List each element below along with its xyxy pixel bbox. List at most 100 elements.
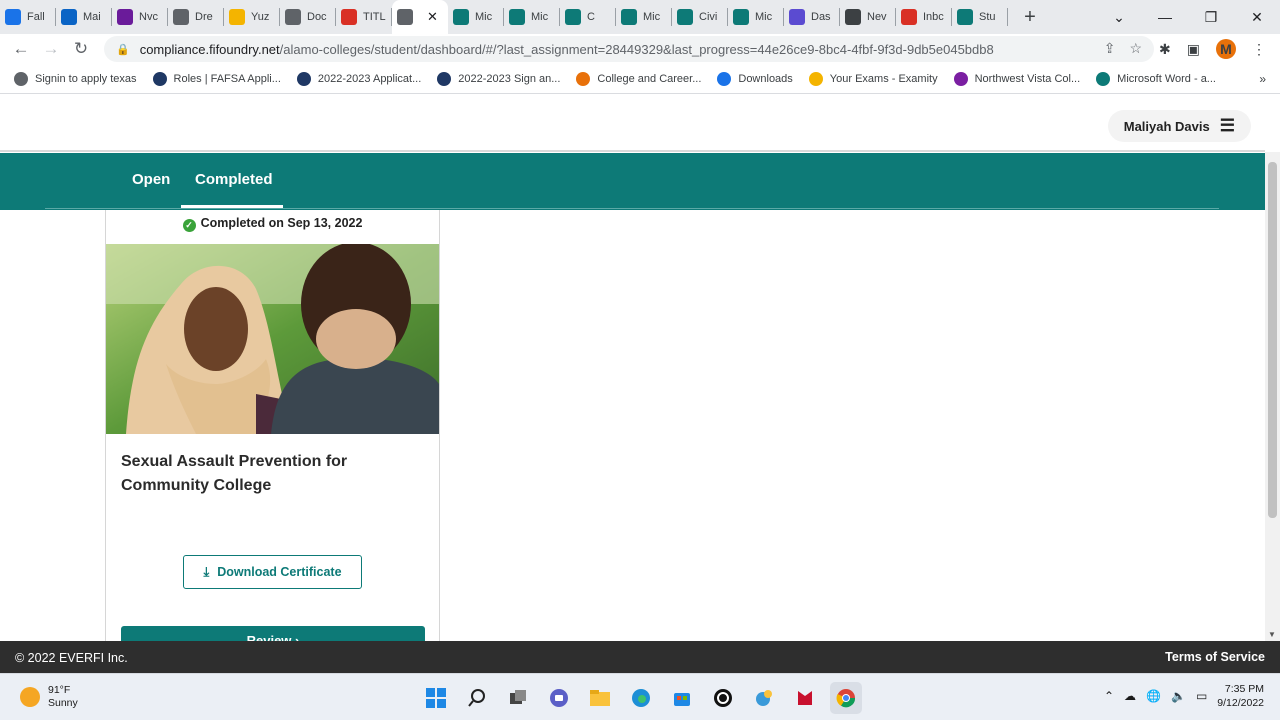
restore-icon[interactable]: ❐: [1188, 9, 1234, 26]
bookmark-favicon-icon: [14, 71, 28, 86]
bookmark-label: Downloads: [738, 72, 793, 85]
share-icon[interactable]: ⇪: [1104, 40, 1116, 57]
tab-title: Das: [811, 11, 831, 23]
tab-open[interactable]: Open: [132, 171, 170, 188]
bookmark-favicon-icon: [953, 71, 968, 86]
close-window-icon[interactable]: ✕: [1234, 9, 1280, 26]
review-button[interactable]: Review ›: [121, 626, 425, 641]
extensions-icon[interactable]: ✱: [1159, 41, 1171, 58]
microsoft-store-icon[interactable]: [666, 682, 698, 714]
edge-browser-icon[interactable]: [625, 682, 657, 714]
user-name: Maliyah Davis: [1123, 118, 1210, 134]
scroll-down-icon[interactable]: ▼: [1268, 630, 1276, 639]
windows-start-icon[interactable]: [420, 682, 452, 714]
browser-tab[interactable]: Nev: [840, 0, 896, 34]
window-controls: ⌄ — ❐ ✕: [1096, 0, 1280, 34]
clock-time: 7:35 PM: [1224, 683, 1264, 695]
bookmark-star-icon[interactable]: ☆: [1129, 40, 1142, 57]
battery-icon[interactable]: ▭: [1196, 689, 1207, 703]
browser-tab[interactable]: ✕: [392, 0, 448, 34]
tab-search-icon[interactable]: ⌄: [1096, 9, 1142, 26]
task-view-icon[interactable]: [502, 682, 534, 714]
side-panel-icon[interactable]: ▣: [1187, 41, 1200, 58]
browser-tab[interactable]: Mic: [448, 0, 504, 34]
tab-title: Mic: [755, 11, 773, 23]
temperature: 91°F: [48, 684, 71, 696]
course-image: [106, 244, 439, 434]
search-icon[interactable]: [461, 682, 493, 714]
tab-title: Inbc: [923, 11, 944, 23]
weather-widget[interactable]: 91°F Sunny: [20, 684, 78, 710]
chrome-icon[interactable]: [830, 682, 862, 714]
scrollbar-thumb[interactable]: [1268, 162, 1277, 518]
bookmark-item[interactable]: Downloads: [717, 71, 793, 86]
tab-completed[interactable]: Completed: [195, 171, 273, 188]
tab-favicon-icon: [61, 9, 77, 25]
page-scrollbar[interactable]: ▼: [1265, 152, 1280, 641]
lock-icon[interactable]: 🔒: [116, 43, 130, 56]
browser-tab[interactable]: C: [560, 0, 616, 34]
browser-tab[interactable]: TITL: [336, 0, 392, 34]
bookmark-favicon-icon: [152, 71, 167, 86]
browser-tab[interactable]: Mic: [504, 0, 560, 34]
tab-favicon-icon: [733, 9, 749, 25]
browser-tab[interactable]: Doc: [280, 0, 336, 34]
mcafee-icon[interactable]: [789, 682, 821, 714]
speaker-icon[interactable]: 🔈: [1171, 689, 1186, 703]
browser-tab[interactable]: Mai: [56, 0, 112, 34]
back-button[interactable]: ←: [6, 39, 36, 59]
tab-title: Mic: [643, 11, 661, 23]
terms-of-service-link[interactable]: Terms of Service: [1165, 650, 1265, 664]
browser-tab[interactable]: Nvc: [112, 0, 168, 34]
reload-button[interactable]: ↻: [66, 39, 96, 59]
clock-date: 9/12/2022: [1217, 697, 1264, 709]
windows-taskbar: 91°F Sunny ⌃ ☁ 🌐 🔈 ▭ 7:35 PM 9/12/2022: [0, 673, 1280, 720]
completed-assignments: ✓ Completed on Sep 13, 2022 Sexual Assau…: [0, 210, 1265, 641]
file-explorer-icon[interactable]: [584, 682, 616, 714]
address-bar[interactable]: 🔒 compliance.fifoundry.net/alamo-college…: [104, 36, 1154, 62]
clock[interactable]: 7:35 PM 9/12/2022: [1217, 682, 1264, 710]
bookmark-favicon-icon: [808, 71, 823, 86]
download-certificate-button[interactable]: ⤓ Download Certificate: [183, 555, 362, 589]
profile-avatar[interactable]: M: [1216, 39, 1236, 59]
browser-tab[interactable]: Stu: [952, 0, 1008, 34]
browser-tab[interactable]: Yuz: [224, 0, 280, 34]
chatgpt-app-icon[interactable]: [707, 682, 739, 714]
browser-tab[interactable]: Civi: [672, 0, 728, 34]
minimize-icon[interactable]: —: [1142, 9, 1188, 25]
bookmark-item[interactable]: 2022-2023 Applicat...: [296, 71, 421, 86]
onedrive-cloud-icon[interactable]: ☁: [1124, 689, 1136, 703]
browser-tab[interactable]: Das: [784, 0, 840, 34]
bookmark-item[interactable]: 2022-2023 Sign an...: [437, 71, 560, 86]
bookmark-item[interactable]: Microsoft Word - a...: [1096, 71, 1216, 86]
bookmark-item[interactable]: Roles | FAFSA Appli...: [152, 71, 281, 86]
tab-title: Dre: [195, 11, 213, 23]
new-tab-button[interactable]: +: [1016, 6, 1044, 29]
tab-favicon-icon: [565, 9, 581, 25]
chevron-up-icon[interactable]: ⌃: [1104, 689, 1114, 703]
more-menu-icon[interactable]: ⋮: [1252, 41, 1266, 58]
browser-tab[interactable]: Fall: [0, 0, 56, 34]
weather-app-icon[interactable]: [748, 682, 780, 714]
teams-chat-icon[interactable]: [543, 682, 575, 714]
network-globe-icon[interactable]: 🌐: [1146, 689, 1161, 703]
browser-tab[interactable]: Mic: [616, 0, 672, 34]
bookmark-item[interactable]: Northwest Vista Col...: [953, 71, 1080, 86]
download-certificate-label: Download Certificate: [217, 565, 342, 579]
bookmarks-overflow-icon[interactable]: »: [1259, 72, 1266, 86]
check-circle-icon: ✓: [182, 219, 196, 232]
tab-favicon-icon: [397, 9, 413, 25]
url-host: compliance.fifoundry.net: [139, 41, 280, 57]
bookmark-item[interactable]: Your Exams - Examity: [808, 71, 938, 86]
forward-button[interactable]: →: [36, 39, 66, 59]
tab-title: Nev: [867, 11, 887, 23]
bookmark-label: Microsoft Word - a...: [1117, 72, 1216, 85]
browser-tab[interactable]: Mic: [728, 0, 784, 34]
tab-favicon-icon: [677, 9, 693, 25]
browser-tab[interactable]: Dre: [168, 0, 224, 34]
bookmark-item[interactable]: College and Career...: [576, 71, 701, 86]
browser-tab[interactable]: Inbc: [896, 0, 952, 34]
bookmark-item[interactable]: Signin to apply texas: [14, 71, 137, 86]
close-tab-icon[interactable]: ✕: [427, 9, 438, 25]
user-menu-button[interactable]: Maliyah Davis ☰: [1107, 110, 1251, 142]
